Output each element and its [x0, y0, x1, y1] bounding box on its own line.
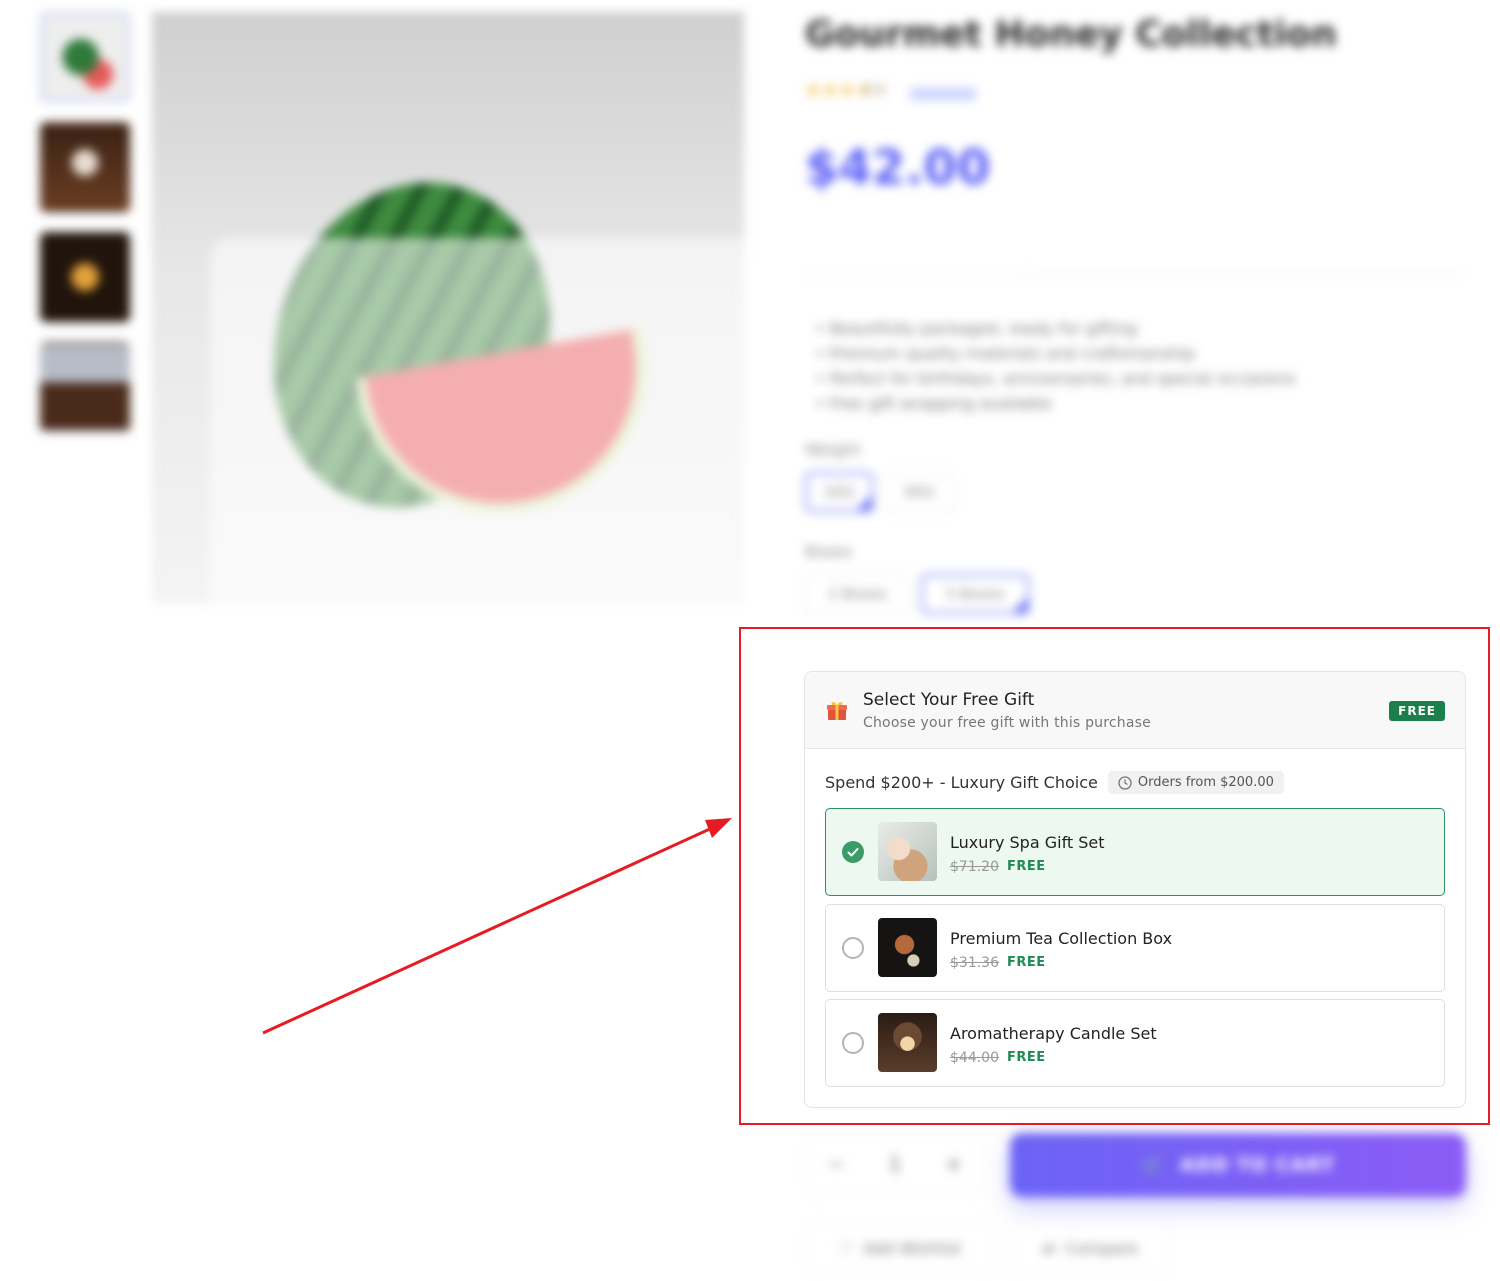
free-gift-title: Select Your Free Gift	[863, 690, 1035, 710]
weight-label: Weight	[805, 440, 861, 459]
add-to-cart-button[interactable]: 🛒 ADD TO CART	[1010, 1133, 1466, 1197]
thumbnail-list	[40, 12, 130, 452]
heart-icon: ♡	[838, 1238, 854, 1258]
reviews-link[interactable]	[910, 88, 976, 100]
gift-option-name: Premium Tea Collection Box	[950, 929, 1173, 948]
gift-tier-chip-label: Orders from $200.00	[1137, 775, 1274, 790]
gift-option-price: $71.20 FREE	[950, 859, 1046, 875]
quantity-decrease-button[interactable]: −	[828, 1152, 845, 1176]
feature-item: Free gift wrapping available	[815, 391, 1296, 416]
divider	[805, 273, 1467, 274]
product-title: Gourmet Honey Collection	[805, 14, 1337, 55]
add-wishlist-button[interactable]: ♡ Add Wishlist	[805, 1222, 995, 1274]
feature-item: Perfect for birthdays, anniversaries, an…	[815, 366, 1296, 391]
gift-option-name: Aromatherapy Candle Set	[950, 1024, 1157, 1043]
compare-label: Compare	[1065, 1238, 1138, 1258]
tea-gift-image	[878, 918, 937, 977]
boxes-option-2[interactable]: 2 Boxes	[805, 574, 910, 614]
quantity-value[interactable]: 1	[889, 1152, 902, 1176]
thumbnail-3[interactable]	[40, 232, 130, 322]
cart-icon: 🛒	[1141, 1154, 1166, 1177]
feature-list: Beautifully packaged, ready for gifting …	[815, 316, 1296, 416]
weight-option-5kg[interactable]: 5KG	[884, 472, 954, 512]
compare-icon: ⇄	[1042, 1238, 1056, 1258]
gift-option-tea[interactable]: Premium Tea Collection Box $31.36 FREE	[825, 904, 1445, 992]
add-to-cart-label: ADD TO CART	[1179, 1154, 1335, 1176]
gift-tier-chip: Orders from $200.00	[1107, 771, 1284, 794]
feature-item: Beautifully packaged, ready for gifting	[815, 316, 1296, 341]
gift-free-label: FREE	[1007, 1050, 1046, 1065]
gift-option-candle[interactable]: Aromatherapy Candle Set $44.00 FREE	[825, 999, 1445, 1087]
free-gift-card: Select Your Free Gift Choose your free g…	[804, 671, 1466, 1108]
gift-radio[interactable]	[842, 937, 864, 959]
gift-radio-selected[interactable]	[842, 841, 864, 863]
thumbnail-2[interactable]	[40, 122, 130, 212]
compare-button[interactable]: ⇄ Compare	[1010, 1222, 1170, 1274]
boxes-label: Boxes	[805, 542, 853, 561]
feature-item: Premium quality materials and craftsmans…	[815, 341, 1296, 366]
gift-option-price: $44.00 FREE	[950, 1050, 1046, 1066]
gift-option-name: Luxury Spa Gift Set	[950, 833, 1105, 852]
gift-free-label: FREE	[1007, 955, 1046, 970]
spa-gift-image	[878, 822, 937, 881]
check-icon	[847, 848, 859, 857]
boxes-option-5[interactable]: 5 Boxes	[921, 574, 1029, 614]
free-badge: FREE	[1389, 701, 1445, 721]
rating-value: 4.0	[862, 82, 885, 98]
gift-option-price: $31.36 FREE	[950, 955, 1046, 971]
free-gift-subtitle: Choose your free gift with this purchase	[863, 715, 1151, 731]
gift-tier-title: Spend $200+ - Luxury Gift Choice	[825, 773, 1098, 792]
gift-original-price: $31.36	[950, 955, 999, 971]
gift-option-spa[interactable]: Luxury Spa Gift Set $71.20 FREE	[825, 808, 1445, 896]
gift-radio[interactable]	[842, 1032, 864, 1054]
add-wishlist-label: Add Wishlist	[863, 1238, 962, 1258]
gift-original-price: $44.00	[950, 1050, 999, 1066]
free-gift-header: Select Your Free Gift Choose your free g…	[805, 672, 1465, 749]
weight-option-1kg[interactable]: 1KG	[805, 472, 873, 512]
candle-gift-image	[878, 1013, 937, 1072]
gift-free-label: FREE	[1007, 859, 1046, 874]
quantity-increase-button[interactable]: +	[945, 1152, 962, 1176]
thumbnail-watermelon[interactable]	[40, 12, 130, 102]
gift-icon	[827, 701, 847, 720]
gift-tier-row: Spend $200+ - Luxury Gift Choice Orders …	[825, 771, 1284, 794]
quantity-stepper: − 1 +	[805, 1134, 985, 1194]
gift-original-price: $71.20	[950, 859, 999, 875]
product-price: $42.00	[805, 140, 991, 196]
clock-icon	[1118, 775, 1132, 790]
thumbnail-4[interactable]	[40, 342, 130, 432]
